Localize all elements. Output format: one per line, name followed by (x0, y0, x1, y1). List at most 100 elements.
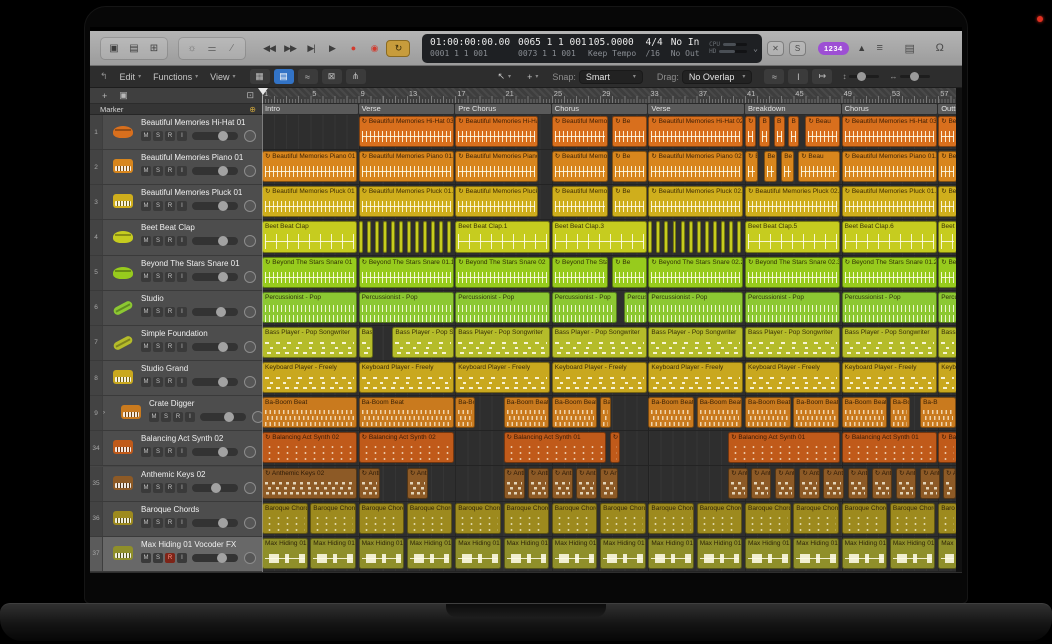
track-header-row[interactable]: 37Max Hiding 01 Vocoder FXMSRI (90, 537, 262, 572)
region[interactable]: Baroque Chords (407, 503, 453, 534)
region[interactable]: Baroque Chords (552, 503, 598, 534)
track-s-button[interactable]: S (153, 166, 163, 176)
track-r-button[interactable]: R (165, 272, 175, 282)
track-m-button[interactable]: M (141, 483, 151, 493)
bar-ruler[interactable]: 159131721252933374145495357 (262, 88, 956, 104)
section-marker[interactable]: Pre Chorus (455, 104, 551, 114)
region[interactable]: ↻ Beyond The Stars Snare 02.3 (745, 257, 840, 288)
track-i-button[interactable]: I (177, 166, 187, 176)
pan-knob[interactable] (244, 130, 256, 142)
pan-knob[interactable] (244, 165, 256, 177)
region[interactable]: ↻ Beyond The Stars Snare 01.1 (359, 257, 454, 288)
region[interactable]: ↻ Bal (938, 432, 956, 463)
automation-button[interactable]: ≈ (298, 69, 318, 84)
region[interactable]: ↻ Beautiful Memories Piano 01.1 (359, 151, 454, 182)
region[interactable]: Beet Beat Clap.3 (552, 221, 647, 252)
volume-slider[interactable] (192, 308, 238, 316)
track-s-button[interactable]: S (153, 307, 163, 317)
region[interactable]: ↻ Beautiful Memories Hi-Hat 03.2 (842, 116, 937, 147)
region[interactable]: Keyboa (938, 362, 956, 393)
region[interactable]: B (648, 221, 652, 252)
region[interactable]: Percussionist - Pop (262, 292, 357, 323)
region[interactable]: B (359, 221, 363, 252)
section-marker[interactable]: Verse (648, 104, 744, 114)
volume-slider[interactable] (192, 484, 238, 492)
region[interactable]: Be (764, 151, 777, 182)
region[interactable]: Keyboard Player - Freely (455, 362, 550, 393)
region[interactable]: B (673, 221, 677, 252)
region[interactable]: ↻ Beautiful Memories Pluck 01 (262, 186, 357, 217)
track-header-row[interactable]: 35Anthemic Keys 02MSRI (90, 467, 262, 502)
region[interactable]: B (737, 221, 741, 252)
track-r-button[interactable]: R (165, 201, 175, 211)
region[interactable]: ↻ Anthe (896, 468, 916, 499)
region[interactable]: ↻ Beyond The Stars Snare 02.1 (552, 257, 608, 288)
region[interactable]: Ba-Boom Beat (552, 397, 598, 428)
track-header-row[interactable]: 5Beyond The Stars Snare 01MSRI (90, 256, 262, 291)
add-marker-icon[interactable]: ⊕ (249, 105, 256, 114)
track-r-button[interactable]: R (165, 236, 175, 246)
region[interactable]: Baroque Chords (648, 503, 694, 534)
region[interactable]: Ba-Boom Beat (262, 397, 357, 428)
volume-slider[interactable] (200, 413, 246, 421)
region[interactable]: Baroque Chords (310, 503, 356, 534)
lcd-field-1[interactable]: 0065 1 1 0010073 1 1 001 (514, 36, 584, 61)
menu-edit[interactable]: Edit▾ (120, 72, 142, 82)
region[interactable]: ↻ Anthe (504, 468, 525, 499)
region[interactable]: B (656, 221, 660, 252)
region[interactable]: Bass Player - Pop Songwriter (455, 327, 550, 358)
region[interactable]: Ba-Boom (890, 397, 910, 428)
region[interactable]: Baroque Chords (745, 503, 791, 534)
track-m-button[interactable]: M (141, 236, 151, 246)
region[interactable]: ↻ Beautiful Memories Piano 01.2 (842, 151, 937, 182)
volume-slider[interactable] (192, 202, 238, 210)
region[interactable]: Percus (938, 292, 956, 323)
section-marker[interactable]: Verse (359, 104, 455, 114)
lcd-field-4[interactable]: No InNo Out (667, 36, 705, 61)
region[interactable]: Ba-Boom Beat (359, 397, 454, 428)
region[interactable]: ↻ Bal (610, 432, 621, 463)
region[interactable]: B (721, 221, 725, 252)
region[interactable]: Ba-B (920, 397, 956, 428)
track-r-button[interactable]: R (165, 447, 175, 457)
pointer-tool-button[interactable]: ↖▾ (498, 71, 512, 82)
auto-track-zoom-icon[interactable]: ↦ (812, 69, 832, 84)
section-marker[interactable]: Chorus (552, 104, 648, 114)
track-m-button[interactable]: M (141, 447, 151, 457)
cancel-toggle-button[interactable]: ✕ (767, 41, 784, 56)
region[interactable]: Bass Pl (938, 327, 956, 358)
region[interactable]: ↻ Balancing Act Synth 01 (842, 432, 937, 463)
volume-slider[interactable] (192, 167, 238, 175)
region[interactable]: ↻ Beyond The Stars Snare 02.2 (648, 257, 743, 288)
goto-end-button[interactable]: ▶| (302, 40, 320, 57)
panel-toggle-icon[interactable]: ⊡ (246, 90, 254, 101)
disclosure-icon[interactable]: › (103, 396, 111, 430)
marquee-button[interactable]: ⊠ (322, 69, 342, 84)
region[interactable]: ↻ Anthe (407, 468, 428, 499)
piano-roll-button[interactable]: ▤ (274, 69, 294, 84)
region[interactable]: Percussionist - Pop (359, 292, 454, 323)
region[interactable]: Keyboard Player - Freely (262, 362, 357, 393)
region[interactable]: ↻ Be (612, 186, 647, 217)
pan-knob[interactable] (244, 235, 256, 247)
region[interactable]: ↻ B (745, 116, 756, 147)
region[interactable]: ↻ Beautiful Memories Hi-Hat 02.1 (552, 116, 608, 147)
capture-record-button[interactable]: ◉ (365, 40, 383, 57)
region[interactable]: Baro (938, 503, 956, 534)
region[interactable]: ↻ Beyond The Stars Snare 01.2 (842, 257, 937, 288)
region[interactable]: ↻ Anthe (848, 468, 868, 499)
track-i-button[interactable]: I (177, 483, 187, 493)
region[interactable]: Baroque Chords (504, 503, 550, 534)
region[interactable]: ↻ Beautiful Memories Pluck 02.3 (745, 186, 840, 217)
region[interactable]: Bass Player - Pop Songwriter (262, 327, 357, 358)
pan-knob[interactable] (244, 376, 256, 388)
track-header-row[interactable]: 34Balancing Act Synth 02MSRI (90, 431, 262, 466)
region[interactable]: Keyboard Player - Freely (552, 362, 647, 393)
region[interactable]: Max Hiding 01 V (359, 538, 405, 569)
region[interactable]: Bass Player - Pop Songwriter (648, 327, 743, 358)
region[interactable]: Baroque Chords (842, 503, 888, 534)
region[interactable]: ↻ Beyon (938, 257, 956, 288)
brightness-icon[interactable]: ☼ (183, 40, 201, 57)
region[interactable]: ↻ Balancing Act Synth 02 (359, 432, 454, 463)
track-m-button[interactable]: M (141, 131, 151, 141)
